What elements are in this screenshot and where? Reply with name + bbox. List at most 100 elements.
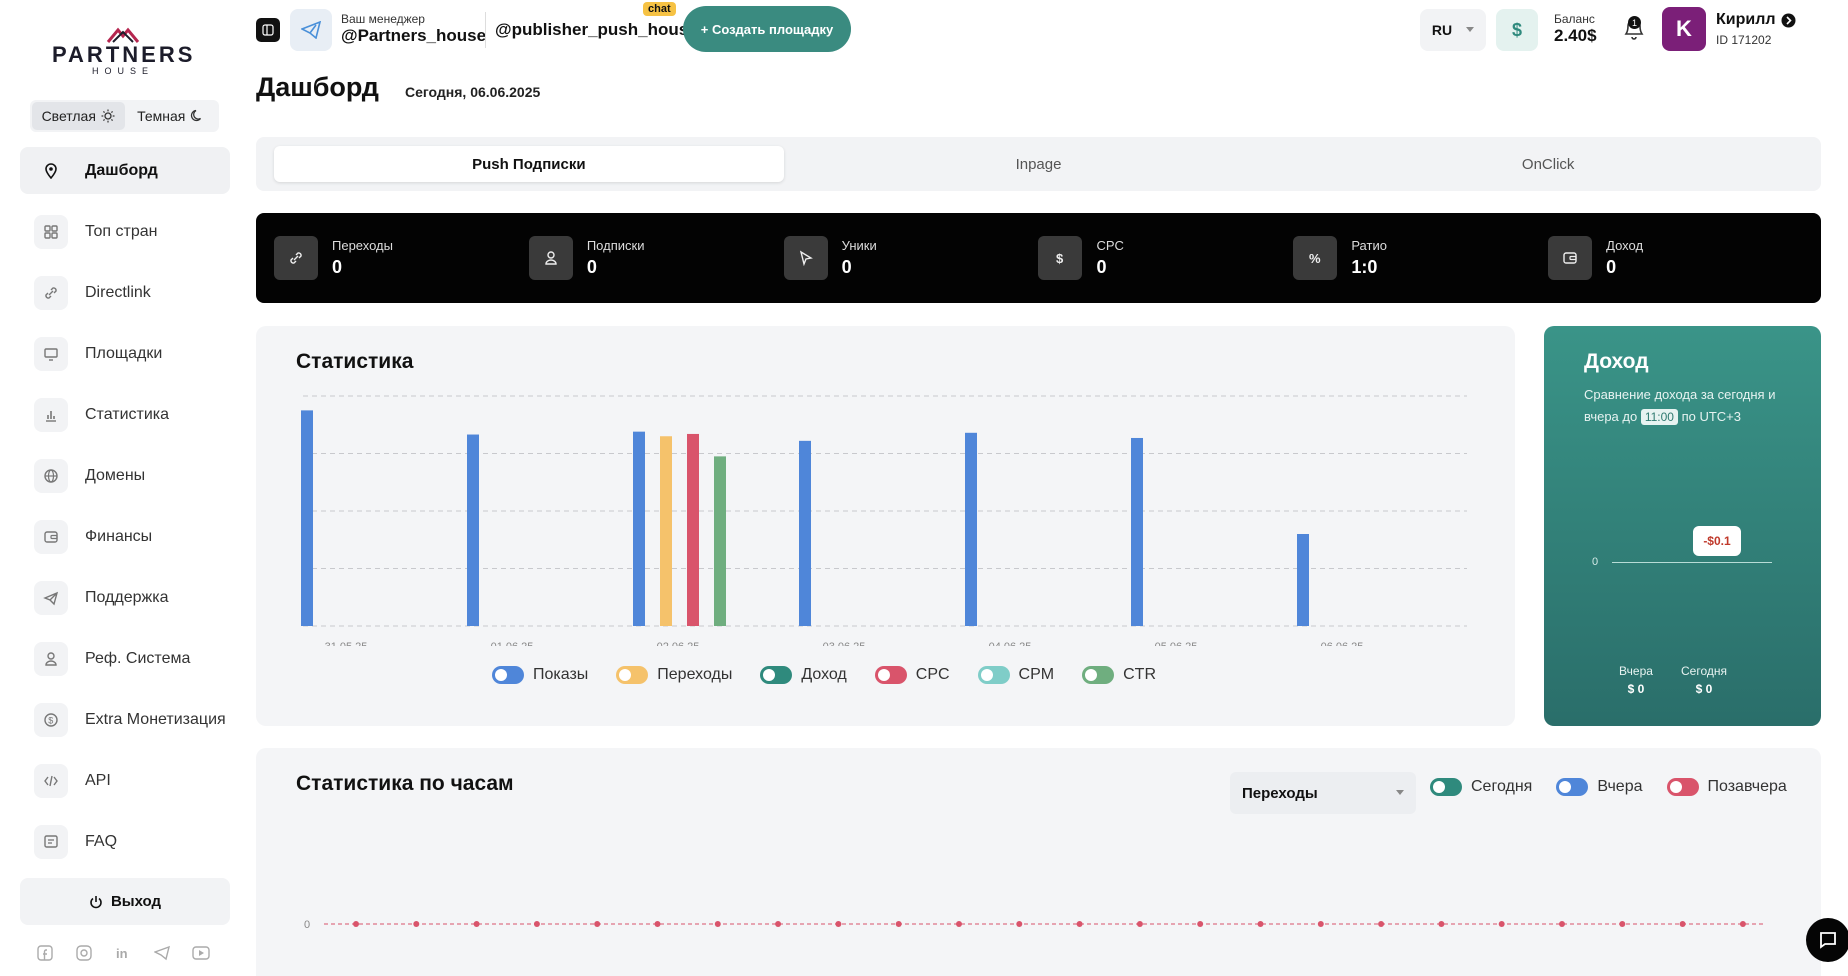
toggle-switch[interactable] xyxy=(977,666,1010,684)
tab-push[interactable]: Push Подписки xyxy=(274,146,784,182)
sidebar-item-8[interactable]: Реф. Система xyxy=(20,635,230,682)
hourly-point[interactable] xyxy=(775,921,782,927)
collapse-sidebar-icon[interactable] xyxy=(256,18,280,42)
hourly-point[interactable] xyxy=(1016,921,1023,927)
hourly-point[interactable] xyxy=(533,921,540,927)
income-title: Доход xyxy=(1584,350,1649,373)
publisher-handle[interactable]: @publisher_push_house xyxy=(495,20,698,40)
sidebar-item-11[interactable]: FAQ xyxy=(20,818,230,865)
hourly-point[interactable] xyxy=(594,921,601,927)
toggle-switch[interactable] xyxy=(1082,666,1115,684)
hourly-point[interactable] xyxy=(1619,921,1626,927)
message-icon xyxy=(34,824,68,859)
hourly-point[interactable] xyxy=(835,921,842,927)
language-select[interactable]: RU xyxy=(1420,9,1486,51)
bar-chart-icon xyxy=(34,397,68,432)
stats-item-1[interactable]: Переходы xyxy=(616,666,732,684)
facebook-icon[interactable] xyxy=(36,944,54,962)
ad-format-tabs: Push Подписки Inpage OnClick xyxy=(256,137,1821,191)
theme-light-button[interactable]: Светлая xyxy=(32,102,125,130)
toggle-switch[interactable] xyxy=(874,666,907,684)
sidebar-item-10[interactable]: API xyxy=(20,757,230,804)
sidebar-item-1[interactable]: Топ стран xyxy=(20,208,230,255)
sidebar-item-0[interactable]: Дашборд xyxy=(20,147,230,194)
chat-widget-button[interactable] xyxy=(1806,918,1848,962)
stats-item-3[interactable]: CPC xyxy=(874,666,950,684)
stats-item-0[interactable]: Показы xyxy=(491,666,588,684)
hourly-point[interactable] xyxy=(1378,921,1385,927)
hourly-point[interactable] xyxy=(895,921,902,927)
logo[interactable]: PARTNERS HOUSE xyxy=(52,22,194,76)
logout-button[interactable]: Выход xyxy=(20,878,230,925)
create-site-button[interactable]: + Создать площадку xyxy=(683,6,851,52)
sidebar-nav: Дашборд Топ стран Directlink Площадки Статис… xyxy=(20,147,230,879)
hourly-point[interactable] xyxy=(1317,921,1324,927)
income-today-value: $ 0 xyxy=(1695,682,1713,696)
hourly-point[interactable] xyxy=(1679,921,1686,927)
instagram-icon[interactable] xyxy=(75,944,93,962)
legend-label: CPC xyxy=(915,666,950,683)
bar-Показы-06.06.25[interactable] xyxy=(1297,534,1309,626)
hourly-point[interactable] xyxy=(956,921,962,927)
bar-Показы-05.06.25[interactable] xyxy=(1131,437,1143,626)
sidebar-item-7[interactable]: Поддержка xyxy=(20,574,230,621)
hourly-point[interactable] xyxy=(1257,921,1264,927)
balance-dollar-icon[interactable]: $ xyxy=(1496,9,1538,51)
hourly-point[interactable] xyxy=(714,921,721,927)
hourly-point[interactable] xyxy=(1136,921,1143,927)
tab-inpage[interactable]: Inpage xyxy=(784,146,1294,182)
svg-text:$: $ xyxy=(48,715,53,725)
sidebar-item-9[interactable]: $ Extra Монетизация xyxy=(20,696,230,743)
stats-item-2[interactable]: Доход xyxy=(760,666,847,684)
toggle-switch[interactable] xyxy=(616,666,649,684)
sidebar-item-2[interactable]: Directlink xyxy=(20,269,230,316)
kpi-value: 0 xyxy=(586,257,597,277)
hourly-point[interactable] xyxy=(1076,921,1083,927)
sidebar-item-4[interactable]: Статистика xyxy=(20,391,230,438)
bar-Показы-02.06.25[interactable] xyxy=(633,431,645,626)
stats-item-5[interactable]: CTR xyxy=(1082,666,1156,684)
hourly-point[interactable] xyxy=(413,921,420,927)
bar-Показы-04.06.25[interactable] xyxy=(965,432,977,626)
sidebar-item-5[interactable]: Домены xyxy=(20,452,230,499)
kpi-value: 0 xyxy=(1096,257,1107,277)
user-menu[interactable]: Кирилл xyxy=(1716,11,1796,29)
hourly-point[interactable] xyxy=(1739,921,1746,927)
page-title: Дашборд xyxy=(256,72,379,102)
hourly-point[interactable] xyxy=(1197,921,1204,927)
bar-Показы-31.05.25[interactable] xyxy=(301,410,313,626)
manager-name[interactable]: @Partners_house xyxy=(341,26,486,46)
theme-dark-button[interactable]: Темная xyxy=(125,102,218,130)
legend-label: CPM xyxy=(1018,666,1055,683)
sidebar-item-label: Поддержка xyxy=(85,588,169,606)
income-time-chip: 11:00 xyxy=(1640,409,1678,425)
toggle-switch[interactable] xyxy=(760,666,793,684)
hourly-point[interactable] xyxy=(473,921,480,927)
chat-badge[interactable]: chat xyxy=(643,2,676,16)
hourly-point[interactable] xyxy=(1498,921,1505,927)
bar-CPC-02.06.25[interactable] xyxy=(687,433,699,626)
sidebar-item-3[interactable]: Площадки xyxy=(20,330,230,377)
stats-item-4[interactable]: CPM xyxy=(977,666,1055,684)
hourly-point[interactable] xyxy=(353,921,359,927)
hourly-point[interactable] xyxy=(1559,921,1565,927)
hourly-point[interactable] xyxy=(1438,921,1445,927)
tab-onclick[interactable]: OnClick xyxy=(1293,146,1803,182)
logo-mark-icon xyxy=(106,27,140,43)
youtube-icon[interactable] xyxy=(192,944,210,962)
bar-Переходы-02.06.25[interactable] xyxy=(660,436,672,626)
bar-Показы-03.06.25[interactable] xyxy=(799,440,811,626)
income-today: Сегодня $ 0 xyxy=(1674,664,1734,696)
telegram-manager-button[interactable] xyxy=(290,9,332,51)
sidebar: PARTNERS HOUSE Светлая Темная Дашборд Топ… xyxy=(0,0,245,976)
hourly-point[interactable] xyxy=(654,921,661,927)
kpi-value: 1:0 xyxy=(1351,257,1378,277)
bar-Показы-01.06.25[interactable] xyxy=(467,434,479,626)
bar-CTR-02.06.25[interactable] xyxy=(714,456,726,626)
avatar[interactable]: K xyxy=(1662,7,1706,51)
toggle-switch[interactable] xyxy=(491,666,524,684)
sidebar-item-6[interactable]: Финансы xyxy=(20,513,230,560)
svg-text:$: $ xyxy=(1056,251,1064,266)
linkedin-icon[interactable]: in xyxy=(114,944,132,962)
telegram-icon[interactable] xyxy=(153,944,171,962)
